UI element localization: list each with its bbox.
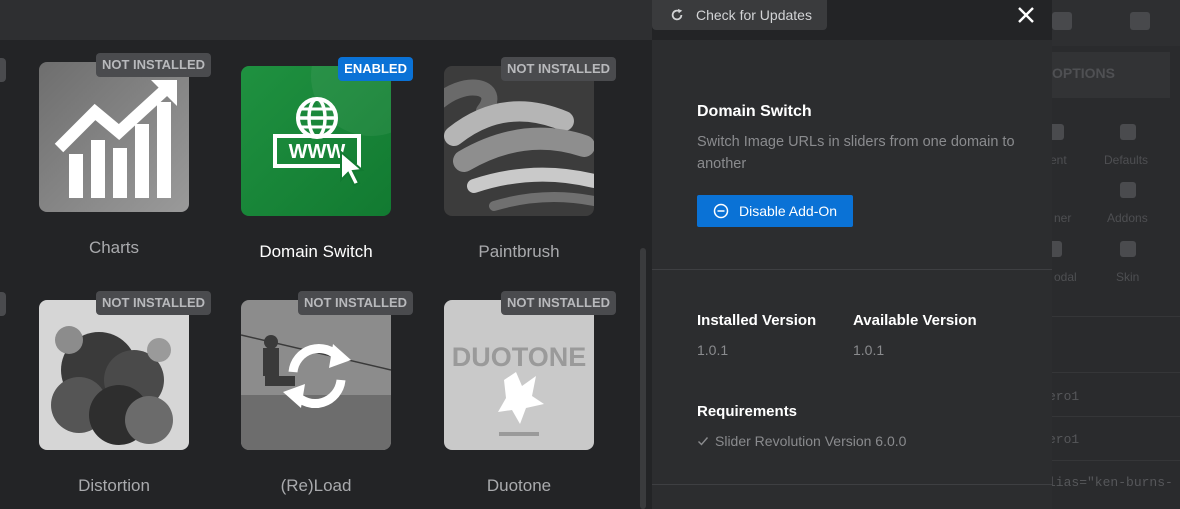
grid-header-bar: [0, 0, 652, 40]
bg-divider: [1052, 316, 1180, 317]
addon-name: Paintbrush: [478, 242, 560, 261]
addon-card-reload[interactable]: NOT INSTALLED (Re)Load: [241, 291, 413, 509]
requirement-item: Slider Revolution Version 6.0.0: [697, 433, 906, 449]
addon-name: (Re)Load: [280, 476, 352, 495]
addon-name: Domain Switch: [259, 242, 373, 261]
bg-divider: [1052, 372, 1180, 373]
smoke-image: [39, 300, 189, 450]
requirements-label: Requirements: [697, 403, 798, 420]
bg-icon: [1052, 124, 1064, 140]
chart-growth-icon: [39, 62, 189, 212]
disable-addon-label: Disable Add-On: [739, 203, 838, 219]
bg-label: Skin: [1116, 270, 1140, 284]
addon-thumbnail-charts: [39, 62, 189, 212]
layers-icon: [1130, 12, 1150, 30]
bg-label: odal: [1054, 270, 1077, 284]
disable-addon-button[interactable]: Disable Add-On: [697, 195, 853, 227]
bg-options-header: OPTIONS: [1052, 52, 1170, 98]
addon-card-paintbrush[interactable]: NOT INSTALLED Paintbrush: [444, 57, 616, 276]
background-editor: OPTIONS ent Defaults ner Addons odal Ski…: [1052, 0, 1180, 509]
addon-card-distortion[interactable]: NOT INSTALLED Distortion: [39, 291, 211, 509]
check-updates-button[interactable]: Check for Updates: [652, 0, 827, 30]
addon-name: Charts: [88, 238, 140, 257]
installed-version-value: 1.0.1: [697, 342, 729, 358]
requirement-text: Slider Revolution Version 6.0.0: [715, 433, 907, 449]
addon-card-duotone[interactable]: DUOTONE NOT INSTALLED Duotone: [444, 291, 616, 509]
bg-toolbar-icon: [1052, 12, 1072, 30]
paintbrush-icon: [444, 66, 594, 216]
bg-label: ent: [1052, 153, 1067, 167]
addon-detail-panel: Domain Switch Switch Image URLs in slide…: [652, 40, 1052, 509]
grid-edge-tab[interactable]: [0, 58, 6, 82]
refresh-arrows-icon: [241, 300, 391, 450]
check-icon: [698, 437, 709, 446]
status-badge: NOT INSTALLED: [95, 53, 211, 77]
addon-thumbnail-paintbrush: [444, 66, 594, 216]
check-updates-label: Check for Updates: [696, 7, 812, 23]
addon-thumbnail-reload: [241, 300, 391, 450]
bg-label: ner: [1054, 211, 1072, 225]
status-badge: NOT INSTALLED: [500, 57, 616, 81]
detail-title: Domain Switch: [697, 103, 812, 120]
status-badge: NOT INSTALLED: [297, 291, 413, 315]
addon-name: Distortion: [78, 476, 150, 495]
status-badge: ENABLED: [338, 57, 413, 81]
addon-card-domain-switch[interactable]: WWW ENABLED Domain Switch: [241, 57, 413, 276]
bg-row: lias="ken-burns-: [1052, 475, 1173, 490]
bg-row: ero1: [1052, 432, 1080, 447]
addon-grid: NOT INSTALLED Charts WWW ENABLED Domain …: [0, 0, 652, 509]
globe-www-icon: WWW: [241, 66, 391, 216]
section-divider: [652, 269, 1052, 270]
available-version-value: 1.0.1: [853, 342, 885, 358]
bg-label: Defaults: [1104, 153, 1149, 167]
addon-thumbnail-distortion: [39, 300, 189, 450]
duotone-logo-image: DUOTONE: [444, 300, 594, 450]
bg-divider: [1052, 416, 1180, 417]
addon-thumbnail-duotone: DUOTONE: [444, 300, 594, 450]
bg-divider: [1052, 460, 1180, 461]
svg-text:WWW: WWW: [289, 141, 346, 163]
puzzle-icon: [1120, 182, 1136, 198]
detail-description: Switch Image URLs in sliders from one do…: [697, 134, 1015, 172]
minus-circle-icon: [713, 203, 729, 219]
addon-card-charts[interactable]: NOT INSTALLED Charts: [39, 53, 211, 272]
status-badge: NOT INSTALLED: [95, 291, 211, 315]
status-badge: NOT INSTALLED: [500, 291, 616, 315]
brush-icon: [1120, 241, 1136, 257]
grid-scrollbar[interactable]: [640, 248, 646, 509]
section-divider: [652, 484, 1052, 485]
bg-icon: [1052, 241, 1062, 257]
bg-row: ero1: [1052, 389, 1080, 404]
installed-version-label: Installed Version: [697, 312, 817, 329]
bg-label: Addons: [1107, 211, 1148, 225]
refresh-icon: [671, 8, 683, 21]
duotone-logo-text: DUOTONE: [452, 342, 587, 372]
bg-icon: [1120, 124, 1136, 140]
background-toolbar: [1052, 0, 1180, 46]
close-button[interactable]: [1013, 2, 1039, 28]
addon-name: Duotone: [486, 476, 552, 495]
available-version-label: Available Version: [853, 312, 977, 329]
close-icon: [1018, 7, 1034, 23]
grid-edge-tab[interactable]: [0, 292, 6, 316]
addon-thumbnail-domain-switch: WWW: [241, 66, 391, 216]
